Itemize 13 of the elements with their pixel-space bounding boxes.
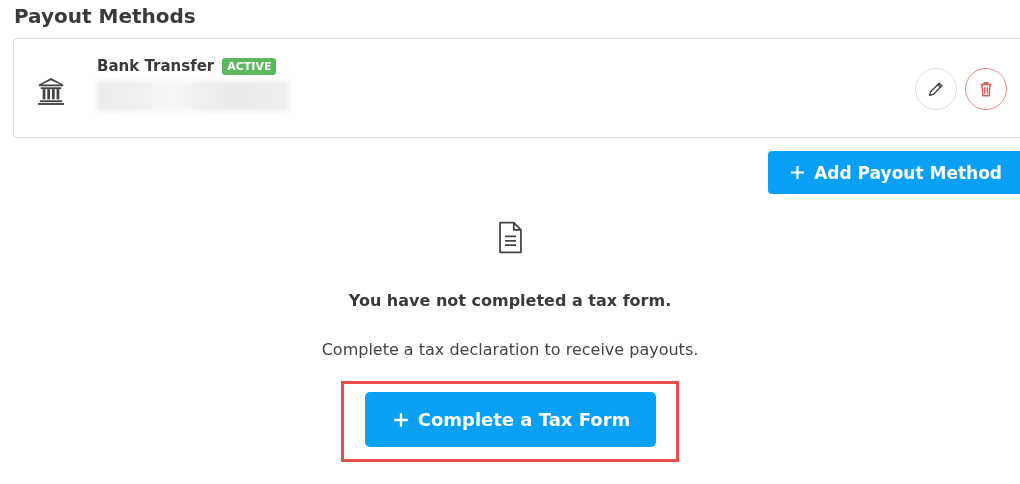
pencil-icon <box>927 80 945 98</box>
bank-icon <box>38 77 64 105</box>
notice-message: Complete a tax declaration to receive payouts. <box>321 340 699 359</box>
plus-icon <box>392 411 409 428</box>
delete-button[interactable] <box>965 68 1007 110</box>
complete-tax-form-button[interactable]: Complete a Tax Form <box>364 392 657 447</box>
notice-heading: You have not completed a tax form. <box>348 291 672 310</box>
plus-icon <box>790 165 806 180</box>
section-title: Payout Methods <box>14 4 197 28</box>
status-badge: ACTIVE <box>222 57 277 75</box>
method-name: Bank Transfer <box>97 57 215 75</box>
edit-button[interactable] <box>915 68 957 110</box>
add-payout-method-button[interactable]: Add Payout Method <box>768 151 1020 194</box>
